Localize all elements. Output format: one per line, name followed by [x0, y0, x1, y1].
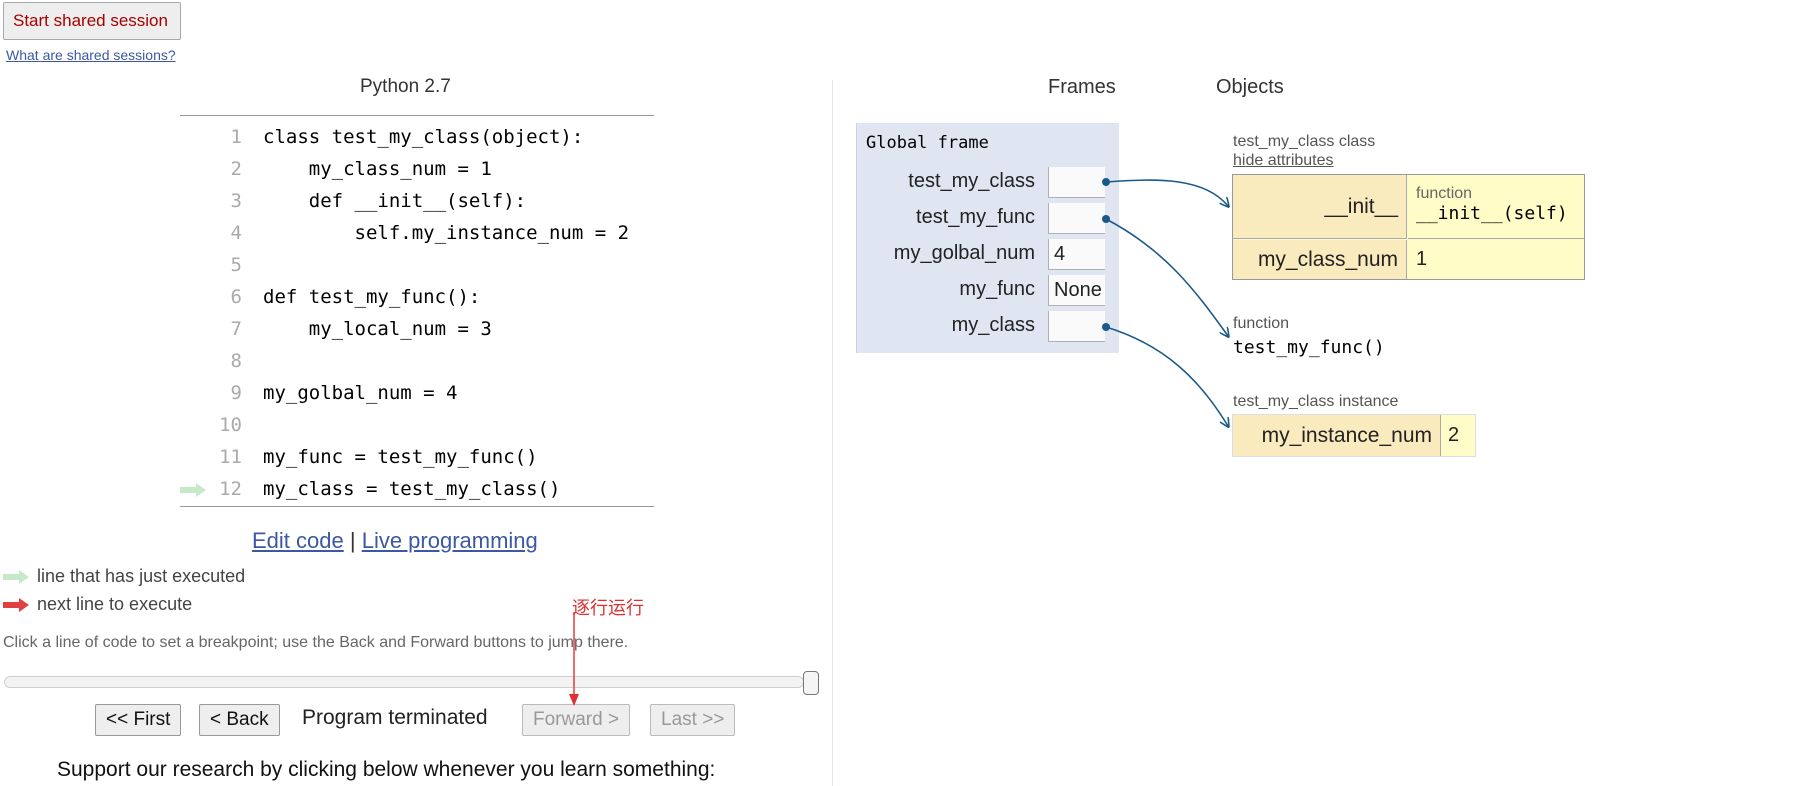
variable-name: my_golbal_num: [893, 242, 1035, 264]
variable-pointer-cell: [1048, 167, 1105, 198]
instance-attr-key: my_instance_num: [1233, 415, 1441, 456]
live-programming-link[interactable]: Live programming: [362, 528, 538, 553]
legend-executed: line that has just executed: [3, 566, 245, 587]
instance-attr-value: 2: [1448, 424, 1460, 446]
variable-name: my_class: [951, 314, 1035, 336]
start-shared-session-button[interactable]: Start shared session: [3, 2, 181, 40]
variable-pointer-cell: [1048, 203, 1105, 234]
frames-header: Frames: [1048, 76, 1116, 98]
line-number: 7: [230, 318, 242, 340]
line-code: my_class = test_my_class(): [263, 478, 561, 500]
line-code: class test_my_class(object):: [263, 126, 584, 148]
link-separator: |: [349, 528, 356, 553]
variable-pointer-cell: [1048, 311, 1105, 342]
attr-value-init: function __init__(self): [1408, 175, 1584, 239]
line-number: 10: [219, 414, 242, 436]
variable-value: 4: [1048, 239, 1105, 270]
code-line[interactable]: 12 my_class = test_my_class(): [180, 473, 660, 505]
line-number: 6: [230, 286, 242, 308]
breakpoint-hint: Click a line of code to set a breakpoint…: [3, 634, 629, 651]
code-line[interactable]: 4 self.my_instance_num = 2: [180, 217, 660, 249]
code-line[interactable]: 8: [180, 345, 660, 377]
last-button[interactable]: Last >>: [650, 704, 736, 736]
attr-value-class-num: 1: [1408, 240, 1584, 279]
code-line[interactable]: 7 my_local_num = 3: [180, 313, 660, 345]
attr-key-init: __init__: [1233, 175, 1407, 239]
instance-object-label: test_my_class instance: [1233, 393, 1399, 410]
function-object-name: test_my_func(): [1233, 337, 1385, 358]
red-arrow-icon: [3, 598, 29, 613]
function-signature: __init__(self): [1416, 203, 1568, 224]
line-code: my_func = test_my_func(): [263, 446, 538, 468]
line-number: 4: [230, 222, 242, 244]
frame-variable-row: test_my_func: [857, 200, 1119, 236]
line-code: my_local_num = 3: [263, 318, 492, 340]
line-number: 12: [219, 478, 242, 500]
first-button[interactable]: << First: [95, 704, 182, 736]
line-number: 8: [230, 350, 242, 372]
execution-slider-thumb[interactable]: [803, 671, 819, 695]
global-frame-title: Global frame: [866, 133, 989, 153]
line-code: my_class_num = 1: [263, 158, 492, 180]
code-line[interactable]: 2 my_class_num = 1: [180, 153, 660, 185]
support-message: Support our research by clicking below w…: [57, 758, 716, 781]
line-number: 11: [219, 446, 242, 468]
legend-next-label: next line to execute: [37, 594, 193, 614]
code-top-rule: [180, 115, 654, 116]
legend-executed-label: line that has just executed: [37, 566, 246, 586]
frame-variable-row: my_func None: [857, 272, 1119, 308]
line-number: 3: [230, 190, 242, 212]
arrow-to-function-object: [1105, 218, 1228, 336]
code-line[interactable]: 11 my_func = test_my_func(): [180, 441, 660, 473]
shared-sessions-help-link[interactable]: What are shared sessions?: [6, 47, 176, 63]
variable-name: test_my_func: [916, 206, 1035, 228]
line-number: 9: [230, 382, 242, 404]
line-number: 2: [230, 158, 242, 180]
line-number: 5: [230, 254, 242, 276]
code-line[interactable]: 1 class test_my_class(object):: [180, 121, 660, 153]
frame-variable-row: my_golbal_num 4: [857, 236, 1119, 272]
variable-name: test_my_class: [908, 170, 1035, 192]
code-line[interactable]: 5: [180, 249, 660, 281]
global-frame: Global frame test_my_class test_my_funcmy…: [856, 123, 1119, 353]
code-bottom-rule: [180, 506, 654, 507]
code-line[interactable]: 9 my_golbal_num = 4: [180, 377, 660, 409]
execution-slider-track[interactable]: [4, 676, 804, 688]
function-object-type: function: [1233, 315, 1290, 332]
line-code: def test_my_func():: [263, 286, 481, 308]
frame-variable-row: my_class: [857, 308, 1119, 344]
code-line[interactable]: 3 def __init__(self):: [180, 185, 660, 217]
back-button[interactable]: < Back: [199, 704, 280, 736]
line-code: self.my_instance_num = 2: [263, 222, 630, 244]
hide-attributes-link[interactable]: hide attributes: [1233, 152, 1334, 170]
edit-links-row: Edit code | Live programming: [252, 528, 538, 554]
line-code: def __init__(self):: [263, 190, 527, 212]
arrow-to-instance-object: [1105, 326, 1228, 426]
code-line[interactable]: 6 def test_my_func():: [180, 281, 660, 313]
legend-next: next line to execute: [3, 594, 192, 615]
edit-code-link[interactable]: Edit code: [252, 528, 344, 553]
variable-name: my_func: [959, 278, 1035, 300]
class-object-label: test_my_class class: [1233, 133, 1376, 150]
line-number: 1: [230, 126, 242, 148]
code-line[interactable]: 10: [180, 409, 660, 441]
arrow-to-class-object: [1105, 179, 1228, 206]
variable-value: None: [1048, 275, 1105, 306]
panel-divider: [832, 80, 833, 786]
objects-header: Objects: [1216, 76, 1284, 98]
green-arrow-icon: [3, 570, 29, 585]
line-code: my_golbal_num = 4: [263, 382, 458, 404]
frame-variable-row: test_my_class: [857, 164, 1119, 200]
annotation-note: 逐行运行: [572, 598, 644, 618]
attr-key-class-num: my_class_num: [1233, 240, 1407, 279]
instance-attributes-table: my_instance_num 2: [1232, 414, 1476, 457]
program-status: Program terminated: [302, 706, 488, 729]
forward-button[interactable]: Forward >: [522, 704, 631, 736]
class-attributes-table: __init__ function __init__(self) my_clas…: [1232, 174, 1585, 280]
function-type-label: function: [1416, 185, 1473, 202]
language-title: Python 2.7: [360, 76, 451, 97]
